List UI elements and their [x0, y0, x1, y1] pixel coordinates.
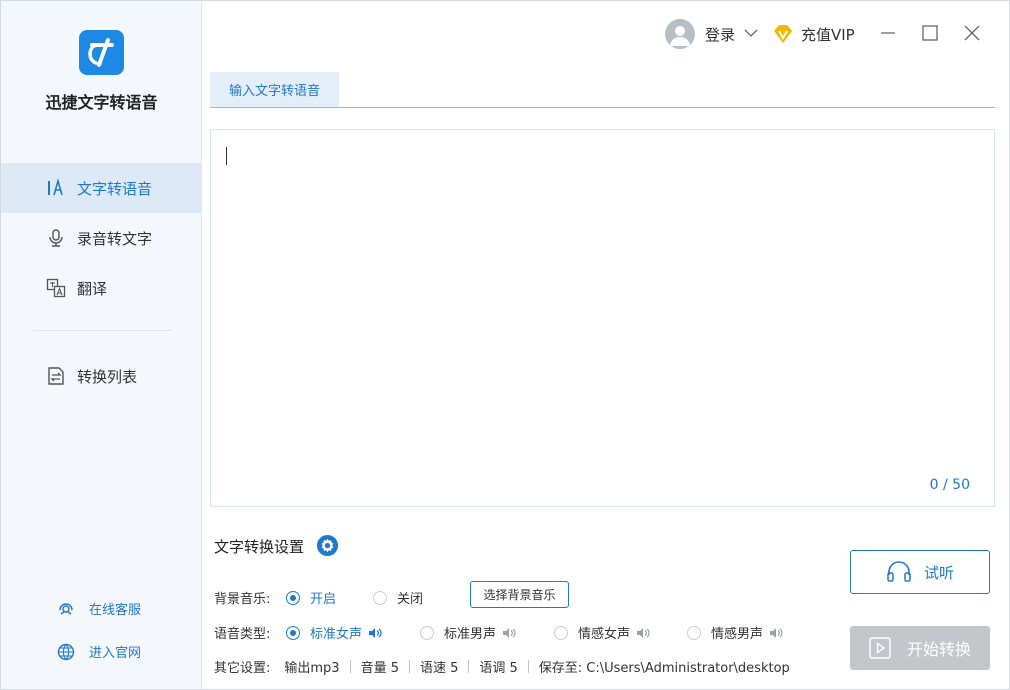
- translate-icon: [46, 278, 66, 298]
- speaker-icon[interactable]: [636, 627, 650, 639]
- sidebar-divider: [33, 330, 171, 331]
- conversion-list-icon: [48, 367, 64, 385]
- tab-text-input[interactable]: 输入文字转语音: [210, 72, 339, 107]
- chevron-down-icon[interactable]: [744, 28, 758, 38]
- sidebar-item-text-to-speech[interactable]: 文字转语音: [1, 163, 202, 213]
- text-to-speech-icon: [48, 178, 63, 196]
- text-input-area[interactable]: 0 / 50: [210, 129, 995, 507]
- sidebar-item-label: 翻译: [77, 279, 108, 298]
- sidebar: 迅捷文字转语音 文字转语音 录音转文字 翻译 转换列表 在线客服 进入官网: [1, 1, 202, 689]
- maximize-icon[interactable]: [918, 21, 942, 45]
- start-convert-label: 开始转换: [906, 640, 971, 659]
- listen-button[interactable]: 试听: [850, 550, 990, 594]
- online-service-label: 在线客服: [89, 603, 142, 618]
- app-window: 迅捷文字转语音 文字转语音 录音转文字 翻译 转换列表 在线客服 进入官网 登录…: [0, 0, 1010, 690]
- sidebar-item-label: 转换列表: [77, 367, 138, 386]
- output-format[interactable]: 输出mp3: [284, 657, 339, 676]
- char-count: 0 / 50: [929, 477, 970, 493]
- voice-emotional-male-radio[interactable]: 情感男声: [687, 623, 783, 642]
- voice-standard-female-radio[interactable]: 标准女声: [286, 623, 382, 642]
- bg-music-on-radio[interactable]: 开启: [286, 588, 336, 607]
- official-site-label: 进入官网: [89, 646, 142, 661]
- official-site-link[interactable]: 进入官网: [57, 642, 141, 661]
- vip-recharge-button[interactable]: 充值VIP: [801, 24, 855, 45]
- text-caret: [226, 147, 227, 165]
- bg-music-off-radio[interactable]: 关闭: [373, 588, 423, 607]
- vip-crown-icon[interactable]: [771, 22, 795, 46]
- customer-service-icon: [59, 602, 73, 615]
- speaker-icon[interactable]: [769, 627, 783, 639]
- sidebar-item-translate[interactable]: 翻译: [1, 263, 202, 313]
- headphones-icon: [887, 561, 911, 582]
- minimize-icon[interactable]: [876, 21, 900, 45]
- volume-setting[interactable]: 音量 5: [361, 657, 399, 676]
- voice-emotional-female-radio[interactable]: 情感女声: [554, 623, 650, 642]
- bg-music-label: 背景音乐:: [214, 592, 271, 607]
- speaker-icon[interactable]: [368, 627, 382, 639]
- app-name: 迅捷文字转语音: [45, 93, 158, 112]
- globe-icon: [57, 643, 75, 660]
- sidebar-item-conversion-list[interactable]: 转换列表: [1, 351, 202, 401]
- voice-standard-male-radio[interactable]: 标准男声: [420, 623, 516, 642]
- tab-underline: [210, 107, 995, 108]
- other-settings-row: 其它设置: 输出mp3 音量 5 语速 5 语调 5 保存至: C:\Users…: [214, 657, 790, 676]
- start-convert-button[interactable]: 开始转换: [850, 626, 990, 670]
- avatar[interactable]: [665, 19, 695, 49]
- other-settings-label: 其它设置:: [214, 661, 271, 676]
- pitch-setting[interactable]: 语调 5: [479, 657, 517, 676]
- speed-setting[interactable]: 语速 5: [420, 657, 458, 676]
- gear-icon[interactable]: [316, 534, 339, 557]
- sidebar-item-speech-to-text[interactable]: 录音转文字: [1, 213, 202, 263]
- close-icon[interactable]: [960, 21, 984, 45]
- voice-type-label: 语音类型:: [214, 627, 271, 642]
- app-logo-icon: [79, 30, 124, 75]
- listen-label: 试听: [923, 563, 954, 582]
- settings-title: 文字转换设置: [214, 538, 305, 556]
- choose-bg-music-button[interactable]: 选择背景音乐: [470, 581, 569, 608]
- login-button[interactable]: 登录: [705, 24, 735, 45]
- play-icon: [869, 637, 891, 659]
- speaker-icon[interactable]: [502, 627, 516, 639]
- microphone-icon: [49, 229, 63, 247]
- sidebar-item-label: 录音转文字: [77, 229, 153, 248]
- online-service-link[interactable]: 在线客服: [57, 599, 141, 618]
- save-path[interactable]: 保存至: C:\Users\Administrator\desktop: [539, 657, 790, 676]
- sidebar-item-label: 文字转语音: [77, 179, 153, 198]
